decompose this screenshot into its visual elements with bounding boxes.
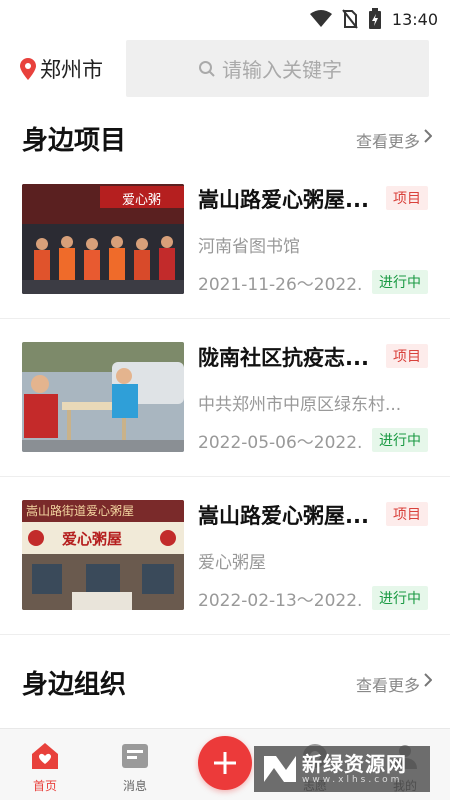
view-more-link[interactable]: 查看更多: [356, 128, 420, 152]
project-card[interactable]: 嵩山路街道爱心粥屋 爱心粥屋 嵩山路爱心粥屋... 项目 爱心粥屋 2022-0…: [0, 478, 450, 635]
tab-home[interactable]: 首页: [10, 729, 80, 800]
project-organization: 中共郑州市中原区绿东村...: [198, 395, 402, 415]
chevron-right-icon: [424, 673, 432, 687]
watermark: 新绿资源网 www.xlhs.com: [254, 746, 430, 792]
thumbnail-sign-text: 爱心粥屋: [62, 530, 123, 548]
watermark-title: 新绿资源网: [302, 752, 407, 776]
project-type-tag: 项目: [386, 502, 428, 526]
message-icon: [122, 744, 148, 768]
search-input[interactable]: 请输入关键字: [126, 40, 429, 97]
project-thumbnail: 嵩山路街道爱心粥屋 爱心粥屋: [22, 500, 184, 610]
project-type-tag: 项目: [386, 186, 428, 210]
organizations-section-header: 身边组织 查看更多: [0, 664, 450, 704]
project-date-range: 2021-11-26～2022...: [198, 275, 364, 295]
section-title: 身边项目: [22, 126, 127, 156]
home-heart-icon: [32, 743, 58, 769]
chevron-right-icon: [424, 129, 432, 143]
plus-icon: [214, 752, 236, 774]
search-header: 郑州市 请输入关键字: [0, 40, 450, 98]
watermark-logo-icon: [264, 756, 296, 782]
watermark-text: 新绿资源网 www.xlhs.com: [302, 753, 407, 785]
project-organization: 爱心粥屋: [198, 553, 266, 573]
tab-label: 消息: [122, 779, 147, 793]
project-title: 陇南社区抗疫志...: [198, 346, 369, 370]
project-organization: 河南省图书馆: [198, 237, 300, 257]
status-badge: 进行中: [372, 586, 428, 610]
status-time: 13:40: [391, 9, 438, 29]
wifi-icon: [309, 10, 332, 27]
project-type-tag: 项目: [386, 344, 428, 368]
watermark-subtitle: www.xlhs.com: [302, 775, 403, 785]
project-card[interactable]: 陇南社区抗疫志... 项目 中共郑州市中原区绿东村... 2022-05-06～…: [0, 320, 450, 477]
city-name: 郑州市: [40, 58, 103, 82]
project-thumbnail: 爱心粥: [22, 184, 184, 294]
search-placeholder: 请输入关键字: [222, 58, 342, 82]
tab-label: 首页: [32, 779, 57, 793]
tab-messages[interactable]: 消息: [100, 729, 170, 800]
battery-charging-icon: [368, 8, 381, 29]
thumbnail-sign-text: 爱心粥: [122, 193, 162, 208]
no-sim-icon: [342, 9, 358, 29]
thumbnail-banner-text: 嵩山路街道爱心粥屋: [26, 504, 135, 518]
projects-section-header: 身边项目 查看更多: [0, 120, 450, 160]
status-badge: 进行中: [372, 428, 428, 452]
project-thumbnail: [22, 342, 184, 452]
view-more-link[interactable]: 查看更多: [356, 672, 420, 696]
city-selector[interactable]: 郑州市: [20, 54, 103, 84]
project-date-range: 2022-05-06～2022...: [198, 433, 364, 453]
project-date-range: 2022-02-13～2022...: [198, 591, 364, 611]
add-button[interactable]: [198, 736, 252, 790]
status-bar: 13:40: [0, 0, 450, 36]
search-icon: [199, 61, 215, 77]
status-icons: 13:40: [309, 8, 438, 30]
project-title: 嵩山路爱心粥屋...: [198, 188, 369, 212]
project-card[interactable]: 爱心粥 嵩山路爱心粥屋... 项目 河南省图书馆 2021-11-26～2022…: [0, 162, 450, 319]
status-badge: 进行中: [372, 270, 428, 294]
location-pin-icon: [20, 58, 36, 80]
project-title: 嵩山路爱心粥屋...: [198, 504, 369, 528]
section-title: 身边组织: [22, 670, 127, 700]
